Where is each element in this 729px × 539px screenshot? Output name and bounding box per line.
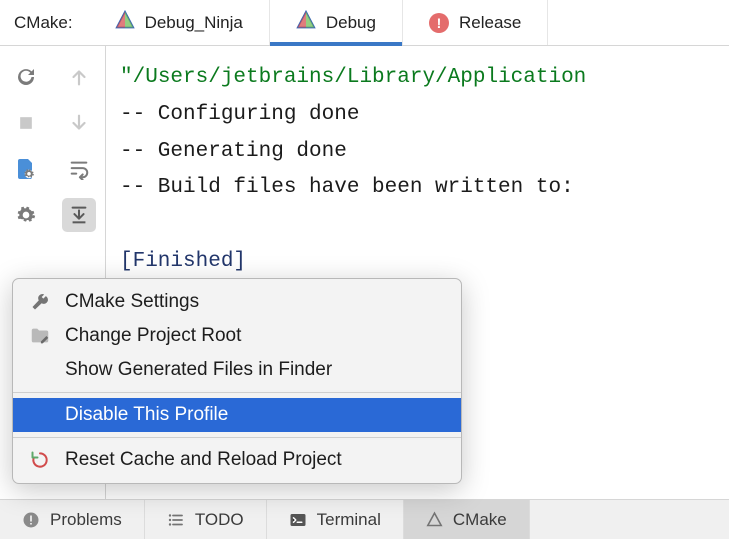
tab-label: Debug bbox=[326, 13, 376, 33]
next-button[interactable] bbox=[62, 106, 96, 140]
console-text: " bbox=[120, 66, 133, 89]
toolwindow-cmake[interactable]: CMake bbox=[404, 500, 530, 539]
menu-label: CMake Settings bbox=[65, 291, 199, 313]
scroll-to-end-button[interactable] bbox=[62, 198, 96, 232]
tab-label: Debug_Ninja bbox=[145, 13, 243, 33]
refresh-red-icon bbox=[27, 450, 53, 470]
reload-button[interactable] bbox=[9, 60, 43, 94]
tab-label: Release bbox=[459, 13, 521, 33]
menu-disable-this-profile[interactable]: Disable This Profile bbox=[13, 398, 461, 432]
cmake-icon bbox=[426, 511, 443, 528]
soft-wrap-button[interactable] bbox=[62, 152, 96, 186]
open-cmakecache-button[interactable] bbox=[9, 152, 43, 186]
tabstrip-label: CMake: bbox=[0, 13, 89, 33]
cmake-icon bbox=[296, 10, 316, 35]
toolwindow-bar: Problems TODO Terminal CMake bbox=[0, 499, 729, 539]
toolwindow-label: CMake bbox=[453, 510, 507, 530]
menu-change-project-root[interactable]: Change Project Root bbox=[13, 319, 461, 353]
menu-reset-cache-reload[interactable]: Reset Cache and Reload Project bbox=[13, 443, 461, 477]
toolwindow-problems[interactable]: Problems bbox=[0, 500, 145, 539]
stop-button[interactable] bbox=[9, 106, 43, 140]
settings-gear-button[interactable] bbox=[9, 198, 43, 232]
cmake-settings-popup: CMake Settings Change Project Root Show … bbox=[12, 278, 462, 484]
tab-release[interactable]: ! Release bbox=[403, 0, 548, 45]
tab-debug[interactable]: Debug bbox=[270, 0, 403, 45]
wrench-icon bbox=[27, 292, 53, 312]
list-icon bbox=[167, 511, 185, 529]
toolwindow-todo[interactable]: TODO bbox=[145, 500, 267, 539]
menu-label: Reset Cache and Reload Project bbox=[65, 449, 342, 471]
menu-label: Show Generated Files in Finder bbox=[65, 359, 332, 381]
cmake-icon bbox=[115, 10, 135, 35]
prev-button[interactable] bbox=[62, 60, 96, 94]
menu-label: Disable This Profile bbox=[65, 404, 228, 426]
error-badge-icon: ! bbox=[429, 13, 449, 33]
console-text: -- Generating done bbox=[120, 140, 347, 163]
menu-show-generated-files[interactable]: Show Generated Files in Finder bbox=[13, 353, 461, 387]
warn-icon bbox=[22, 511, 40, 529]
tab-debug-ninja[interactable]: Debug_Ninja bbox=[89, 0, 270, 45]
folder-pen-icon bbox=[27, 325, 53, 347]
menu-label: Change Project Root bbox=[65, 325, 241, 347]
toolwindow-terminal[interactable]: Terminal bbox=[267, 500, 404, 539]
console-text: -- Build files have been written to: bbox=[120, 176, 574, 199]
toolwindow-label: TODO bbox=[195, 510, 244, 530]
toolwindow-label: Terminal bbox=[317, 510, 381, 530]
toolwindow-label: Problems bbox=[50, 510, 122, 530]
console-text: /Users/jetbrains/Library/Application bbox=[133, 66, 587, 89]
menu-cmake-settings[interactable]: CMake Settings bbox=[13, 285, 461, 319]
console-finished: [Finished] bbox=[120, 250, 246, 273]
terminal-icon bbox=[289, 511, 307, 529]
cmake-tab-strip: CMake: Debug_Ninja Debug ! Release bbox=[0, 0, 729, 46]
menu-separator bbox=[13, 392, 461, 393]
menu-separator bbox=[13, 437, 461, 438]
console-text: -- Configuring done bbox=[120, 103, 359, 126]
